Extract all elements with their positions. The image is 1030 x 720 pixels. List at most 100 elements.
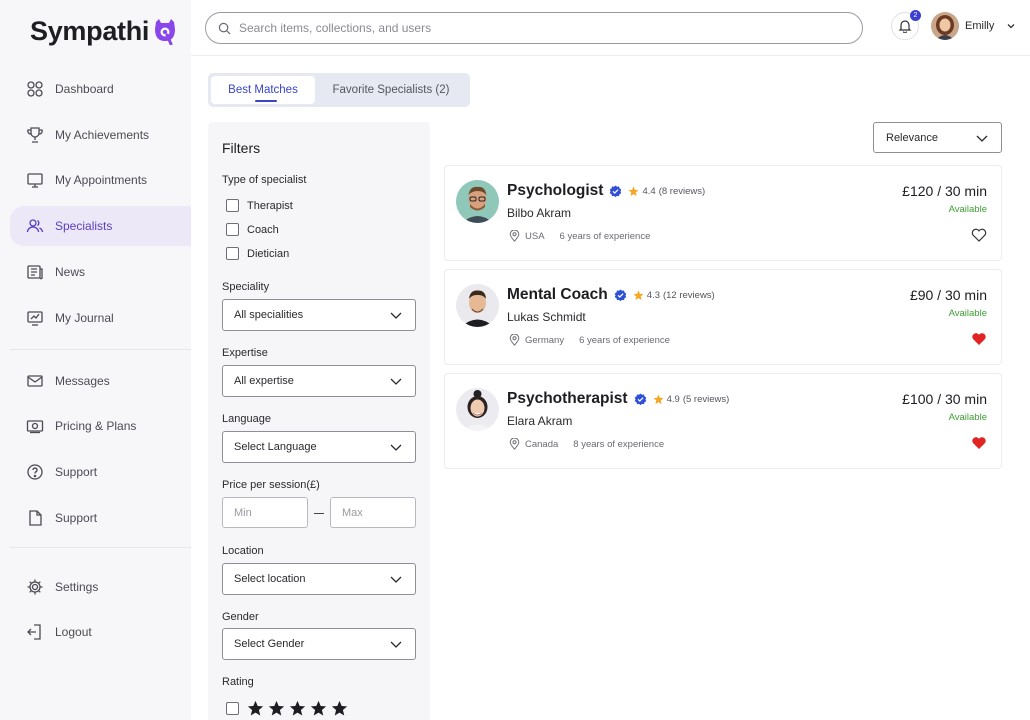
- monitor-icon: [27, 173, 43, 188]
- sort-select[interactable]: Relevance: [873, 122, 1002, 153]
- star-icon: [653, 394, 664, 404]
- heart-filled-icon[interactable]: [971, 332, 987, 346]
- heart-outline-icon[interactable]: [971, 228, 987, 242]
- specialist-name: Lukas Schmidt: [507, 310, 586, 324]
- select-value: All specialities: [234, 309, 304, 321]
- sidebar-item-label: Support: [55, 511, 98, 525]
- price-label: Price per session(£): [222, 479, 320, 491]
- gender-select[interactable]: Select Gender: [222, 628, 416, 660]
- specialist-role: Mental Coach: [507, 286, 608, 303]
- mail-icon: [27, 375, 43, 387]
- avatar: [456, 388, 499, 431]
- sidebar-item-support-docs[interactable]: Support: [10, 498, 191, 538]
- notifications-button[interactable]: 2: [891, 10, 921, 40]
- rating-value: 4.3: [646, 289, 660, 301]
- checkbox[interactable]: [226, 702, 239, 715]
- sidebar-item-logout[interactable]: Logout: [10, 612, 191, 652]
- checkbox-dietician[interactable]: Dietician: [226, 247, 289, 260]
- experience: 6 years of experience: [559, 230, 651, 242]
- availability-status: Available: [948, 204, 987, 215]
- sidebar-item-messages[interactable]: Messages: [10, 361, 191, 401]
- logo-mark-icon: [153, 18, 177, 45]
- sidebar-item-label: Support: [55, 465, 98, 479]
- rating-value: 4.9: [666, 393, 680, 405]
- chevron-down-icon: [390, 641, 402, 648]
- star-icon: [268, 700, 285, 716]
- rating-value: 4.4: [642, 185, 656, 197]
- sidebar-item-achievements[interactable]: My Achievements: [10, 115, 191, 155]
- sidebar-divider: [10, 547, 191, 548]
- tab-favorite-specialists[interactable]: Favorite Specialists (2): [315, 76, 467, 104]
- sidebar-item-journal[interactable]: My Journal: [10, 298, 191, 338]
- verified-icon: [634, 392, 646, 405]
- specialist-role: Psychologist: [507, 182, 604, 199]
- checkbox-therapist[interactable]: Therapist: [226, 199, 293, 212]
- sidebar-item-settings[interactable]: Settings: [10, 567, 191, 607]
- review-count: (5 reviews): [682, 393, 730, 405]
- tab-best-matches[interactable]: Best Matches: [211, 76, 315, 104]
- specialist-card[interactable]: Psychologist 4.4 (8 reviews) Bilbo Akram…: [444, 165, 1002, 261]
- sidebar-item-label: News: [55, 265, 86, 279]
- verified-icon: [614, 288, 627, 301]
- avatar: [931, 12, 959, 40]
- sidebar-item-pricing[interactable]: Pricing & Plans: [10, 406, 191, 446]
- sidebar: Sympathi Dashboard My Achievements My Ap…: [0, 0, 191, 720]
- expertise-select[interactable]: All expertise: [222, 365, 416, 397]
- star-icon: [289, 700, 306, 716]
- card-title: Psychotherapist 4.9 (5 reviews): [507, 390, 729, 408]
- country: Canada: [525, 438, 559, 450]
- location-pin-icon: [509, 230, 520, 242]
- heart-filled-icon[interactable]: [971, 436, 987, 450]
- sidebar-item-support-help[interactable]: Support: [10, 452, 191, 492]
- sidebar-item-appointments[interactable]: My Appointments: [10, 160, 191, 200]
- checkbox-coach[interactable]: Coach: [226, 223, 279, 236]
- specialist-name: Elara Akram: [507, 414, 573, 428]
- checkbox-label: Dietician: [247, 247, 290, 260]
- bell-icon: [898, 20, 912, 33]
- user-menu[interactable]: Emilly: [931, 12, 1016, 40]
- rating: 4.3 (12 reviews): [633, 290, 715, 301]
- review-count: (12 reviews): [662, 289, 715, 301]
- experience: 6 years of experience: [579, 334, 670, 346]
- price-max-input[interactable]: Max: [330, 497, 416, 528]
- chevron-down-icon: [976, 135, 988, 142]
- user-name: Emilly: [965, 20, 995, 32]
- verified-icon: [610, 184, 622, 197]
- speciality-select[interactable]: All specialities: [222, 299, 416, 331]
- logo[interactable]: Sympathi: [30, 16, 177, 47]
- checkbox[interactable]: [226, 199, 239, 212]
- price: £90 / 30 min: [909, 287, 987, 303]
- availability-status: Available: [948, 412, 987, 423]
- sidebar-item-specialists[interactable]: Specialists: [10, 206, 191, 246]
- specialist-meta: Canada 8 years of experience: [509, 438, 664, 450]
- sidebar-item-news[interactable]: News: [10, 252, 191, 292]
- filters-title: Filters: [222, 140, 261, 156]
- search-bar[interactable]: [205, 12, 863, 44]
- price-min-input[interactable]: Min: [222, 497, 308, 528]
- search-input[interactable]: [239, 21, 862, 35]
- checkbox[interactable]: [226, 247, 239, 260]
- experience: 8 years of experience: [573, 438, 665, 450]
- sidebar-item-dashboard[interactable]: Dashboard: [10, 69, 191, 109]
- specialist-card[interactable]: Mental Coach 4.3 (12 reviews) Lukas Schm…: [444, 269, 1002, 365]
- checkbox[interactable]: [226, 223, 239, 236]
- avatar: [456, 180, 499, 223]
- sidebar-item-label: My Journal: [55, 311, 114, 325]
- sort-value: Relevance: [886, 131, 938, 144]
- specialist-card[interactable]: Psychotherapist 4.9 (5 reviews) Elara Ak…: [444, 373, 1002, 469]
- price: £100 / 30 min: [902, 391, 987, 407]
- gear-icon: [27, 579, 43, 595]
- chevron-down-icon: [1007, 24, 1015, 29]
- rating-filter[interactable]: [226, 700, 348, 717]
- select-value: Select Language: [234, 441, 317, 453]
- location-select[interactable]: Select location: [222, 563, 416, 595]
- sidebar-item-label: Settings: [55, 580, 99, 594]
- chevron-down-icon: [390, 378, 402, 385]
- checkbox-label: Therapist: [247, 199, 293, 212]
- logo-text: Sympathi: [30, 16, 150, 46]
- checkbox-label: Coach: [247, 223, 279, 236]
- language-select[interactable]: Select Language: [222, 431, 416, 463]
- price: £120 / 30 min: [902, 183, 987, 199]
- expertise-label: Expertise: [222, 347, 268, 359]
- rating-label: Rating: [222, 676, 254, 688]
